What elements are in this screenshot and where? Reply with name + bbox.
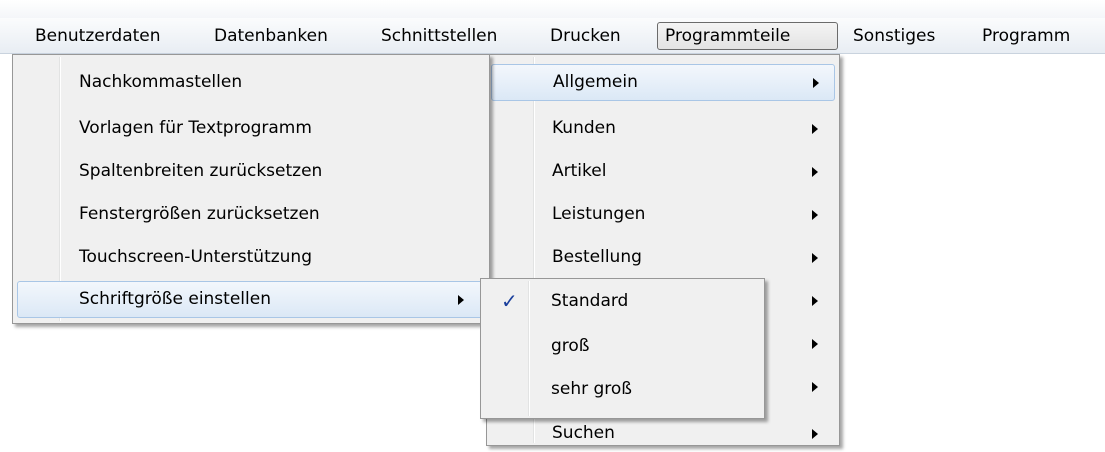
menu-item-standard[interactable]: ✓ Standard [485, 283, 760, 320]
menu-item-kunden[interactable]: Kunden [491, 110, 835, 147]
title-fade [0, 0, 1105, 18]
menu-item-touchscreen[interactable]: Touchscreen-Unterstützung [17, 239, 485, 276]
menu-schnittstellen[interactable]: Schnittstellen [374, 22, 504, 50]
menu-item-label: Suchen [552, 423, 615, 443]
menu-item-sehr-gross[interactable]: sehr groß [485, 371, 760, 408]
menu-item-label: Schriftgröße einstellen [79, 289, 271, 309]
menu-item-label: Standard [551, 291, 629, 311]
menu-item-gross[interactable]: groß [485, 328, 760, 365]
menu-item-label: Leistungen [552, 204, 646, 224]
submenu-arrow-icon [812, 429, 818, 439]
menu-datenbanken[interactable]: Datenbanken [207, 22, 335, 50]
menu-item-label: Artikel [552, 161, 607, 181]
submenu-arrow-icon [812, 124, 818, 134]
submenu-arrow-icon [812, 382, 818, 392]
menu-item-fenstergroessen[interactable]: Fenstergrößen zurücksetzen [17, 196, 485, 233]
menu-item-schriftgroesse[interactable]: Schriftgröße einstellen [17, 281, 485, 318]
menu-item-leistungen[interactable]: Leistungen [491, 196, 835, 233]
menu-item-label: Allgemein [553, 72, 638, 92]
submenu-arrow-icon [812, 210, 818, 220]
menu-sonstiges[interactable]: Sonstiges [846, 22, 942, 50]
menu-drucken[interactable]: Drucken [543, 22, 628, 50]
submenu-arrow-icon [812, 339, 818, 349]
submenu-arrow-icon [812, 167, 818, 177]
schriftgroesse-submenu: ✓ Standard groß sehr groß [480, 278, 765, 419]
submenu-arrow-icon [812, 253, 818, 263]
menu-item-label: sehr groß [551, 379, 632, 399]
menu-item-label: Kunden [552, 118, 616, 138]
menu-item-label: Nachkommastellen [79, 72, 243, 92]
menu-programmteile[interactable]: Programmteile [657, 22, 838, 50]
checkmark-icon: ✓ [501, 289, 518, 313]
menu-item-label: Touchscreen-Unterstützung [79, 247, 312, 267]
menu-item-label: Fenstergrößen zurücksetzen [79, 204, 320, 224]
submenu-arrow-icon [812, 296, 818, 306]
menu-item-spaltenbreiten[interactable]: Spaltenbreiten zurücksetzen [17, 153, 485, 190]
menu-item-nachkommastellen[interactable]: Nachkommastellen [17, 64, 485, 101]
menu-item-suchen[interactable]: Suchen [491, 415, 835, 452]
menu-item-allgemein[interactable]: Allgemein [491, 64, 835, 101]
menu-item-vorlagen[interactable]: Vorlagen für Textprogramm [17, 110, 485, 147]
menu-item-artikel[interactable]: Artikel [491, 153, 835, 190]
menu-item-bestellung[interactable]: Bestellung [491, 239, 835, 276]
allgemein-submenu: Nachkommastellen Vorlagen für Textprogra… [12, 54, 490, 324]
menu-item-label: Spaltenbreiten zurücksetzen [79, 161, 323, 181]
menu-benutzerdaten[interactable]: Benutzerdaten [28, 22, 168, 50]
menu-item-label: Bestellung [552, 247, 642, 267]
menu-bar: Benutzerdaten Datenbanken Schnittstellen… [0, 18, 1105, 54]
submenu-arrow-icon [813, 78, 819, 88]
menu-item-label: groß [551, 336, 590, 356]
submenu-arrow-icon [458, 295, 464, 305]
menu-programm[interactable]: Programm [975, 22, 1077, 50]
menu-item-label: Vorlagen für Textprogramm [79, 118, 312, 138]
